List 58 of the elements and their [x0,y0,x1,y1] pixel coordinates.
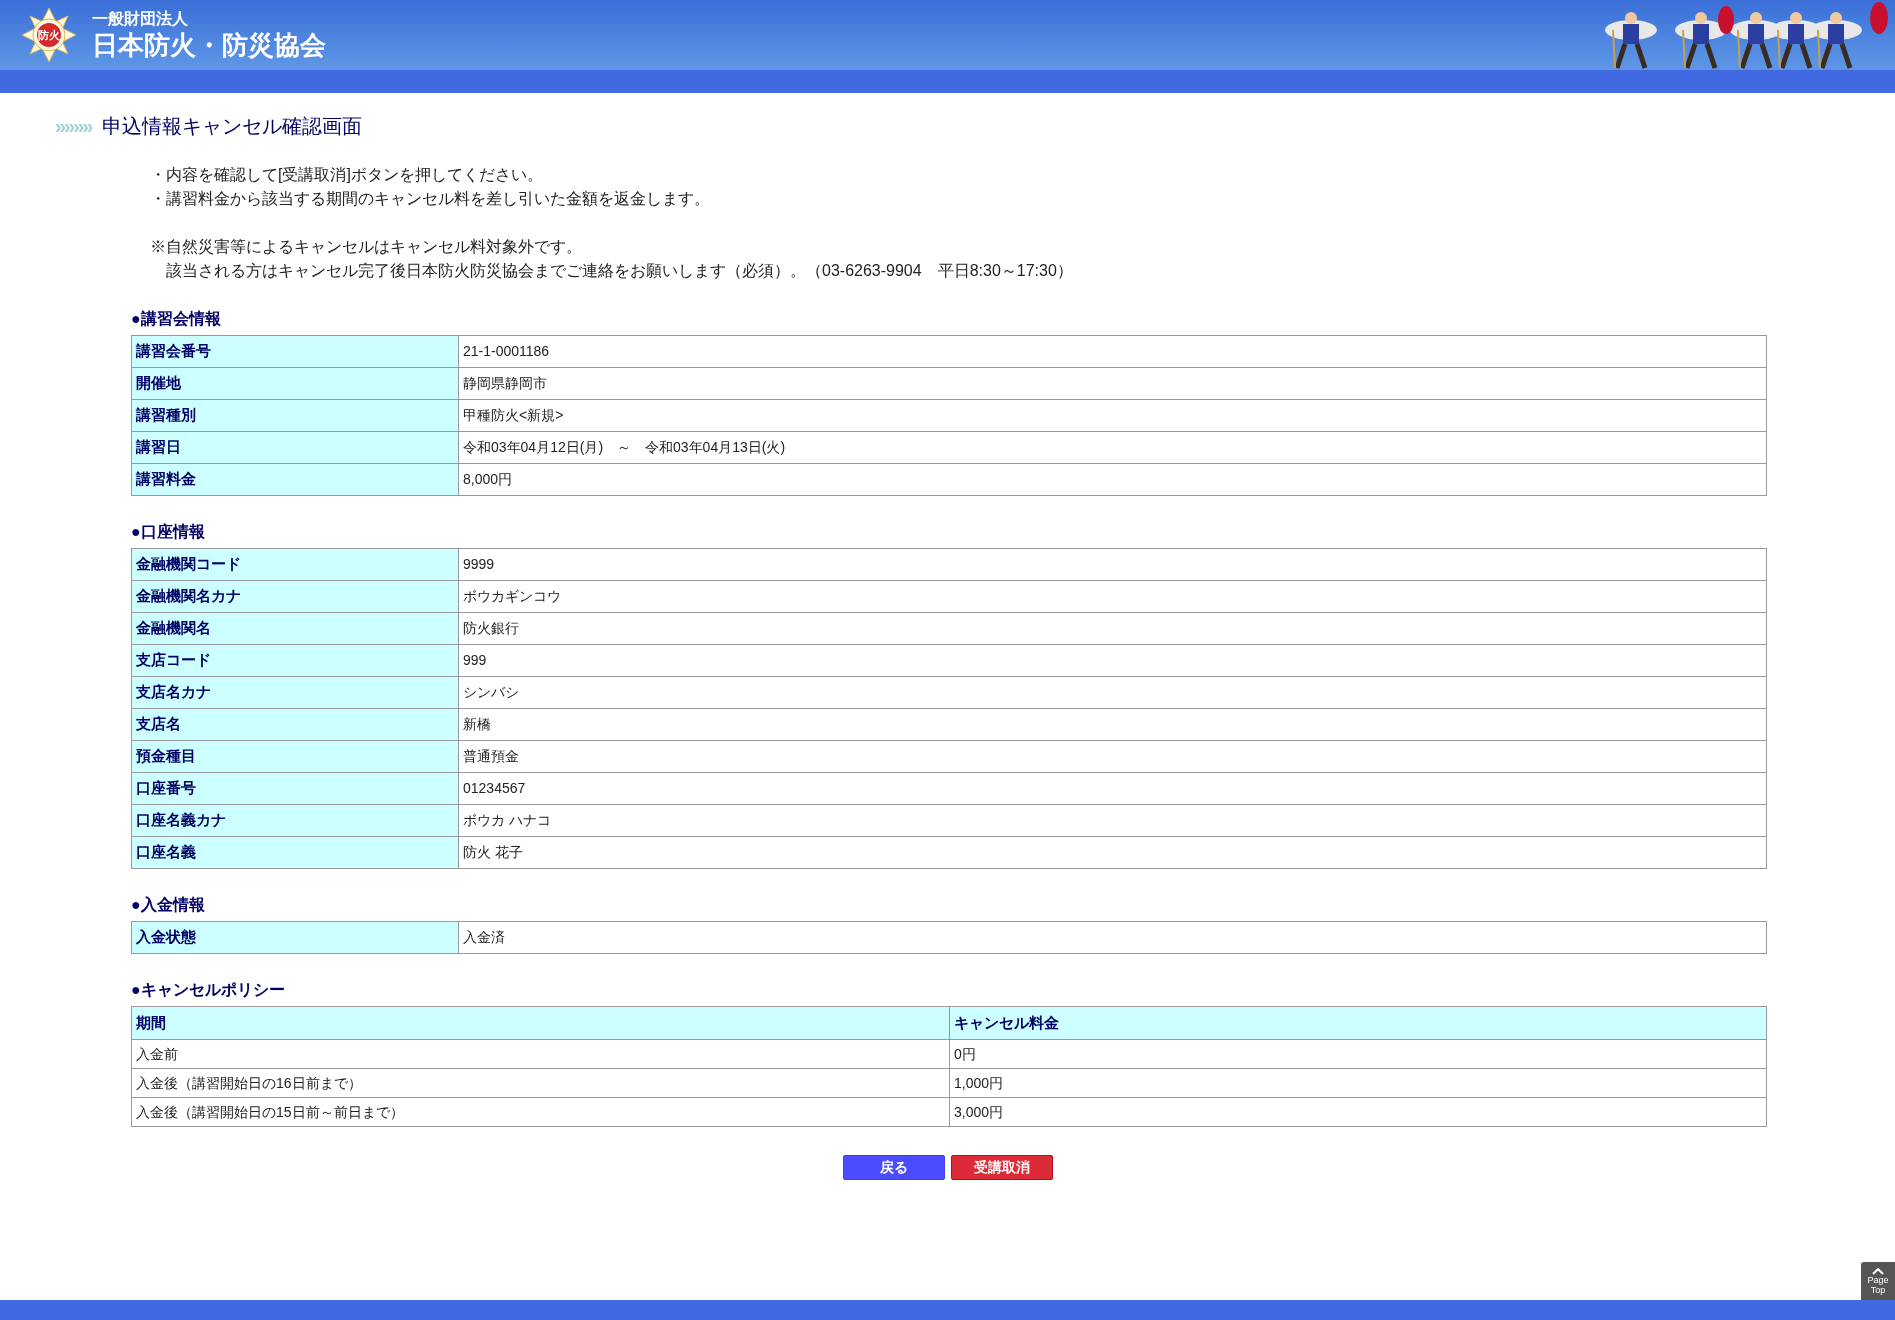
field-value: 999 [458,644,1767,677]
section-heading: ●講習会情報 [131,309,222,329]
field-value: 8,000円 [458,463,1767,496]
column-header: 期間 [131,1006,950,1040]
field-label: 講習会番号 [131,335,459,368]
page-title: 申込情報キャンセル確認画面 [101,114,362,139]
field-value: 9999 [458,548,1767,581]
org-name: 日本防火・防災協会 [92,28,326,62]
field-label: 支店名 [131,708,459,741]
field-value: 静岡県静岡市 [458,367,1767,400]
field-label: 講習日 [131,431,459,464]
table-cell: 3,000円 [949,1097,1767,1127]
field-label: 預金種目 [131,740,459,773]
field-value: ボウカギンコウ [458,580,1767,613]
table-cell: 入金前 [131,1039,950,1069]
field-value: 新橋 [458,708,1767,741]
field-label: 入金状態 [131,921,459,954]
emblem-text: 防火 [38,27,60,43]
table-cell: 1,000円 [949,1068,1767,1098]
field-label: 金融機関コード [131,548,459,581]
field-label: 金融機関名 [131,612,459,645]
table-cell: 入金後（講習開始日の15日前～前日まで） [131,1097,950,1127]
section-heading: ●入金情報 [131,895,206,915]
emblem-drawing [20,6,78,64]
column-header: キャンセル料金 [949,1006,1767,1040]
remark-text: ※自然災害等によるキャンセルはキャンセル料対象外です。 [150,237,583,257]
field-label: 口座名義 [131,836,459,869]
field-value: 防火銀行 [458,612,1767,645]
table-cell: 入金後（講習開始日の16日前まで） [131,1068,950,1098]
field-label: 開催地 [131,367,459,400]
field-value: 令和03年04月12日(月) ～ 令和03年04月13日(火) [458,431,1767,464]
table-cell: 0円 [949,1039,1767,1069]
field-value: 入金済 [458,921,1767,954]
field-label: 口座名義カナ [131,804,459,837]
field-label: 支店名カナ [131,676,459,709]
chevron-up-icon [1872,1267,1884,1275]
field-value: 01234567 [458,772,1767,805]
field-label: 口座番号 [131,772,459,805]
field-label: 講習種別 [131,399,459,432]
remark-text: 該当される方はキャンセル完了後日本防火防災協会までご連絡をお願いします（必須）。（03-6263-9904 平日8:30～17:30） [165,261,1074,281]
section-heading: ●口座情報 [131,522,206,542]
chevrons-icon: »»»» [55,111,92,141]
field-value: シンバシ [458,676,1767,709]
org-type: 一般財団法人 [92,8,189,29]
instruction-text: ・内容を確認して[受講取消]ボタンを押してください。 [150,165,544,185]
instruction-text: ・講習料金から該当する期間のキャンセル料を差し引いた金額を返金します。 [150,189,711,209]
field-label: 講習料金 [131,463,459,496]
page-top-button[interactable]: Page Top [1861,1262,1895,1300]
cancel-course-button[interactable]: 受講取消 [950,1155,1053,1180]
field-label: 金融機関名カナ [131,580,459,613]
field-value: 21-1-0001186 [458,335,1767,368]
field-label: 支店コード [131,644,459,677]
field-value: 普通預金 [458,740,1767,773]
field-value: ボウカ ハナコ [458,804,1767,837]
section-heading: ●キャンセルポリシー [131,980,286,1000]
back-button[interactable]: 戻る [842,1155,945,1180]
field-value: 甲種防火<新規> [458,399,1767,432]
field-value: 防火 花子 [458,836,1767,869]
